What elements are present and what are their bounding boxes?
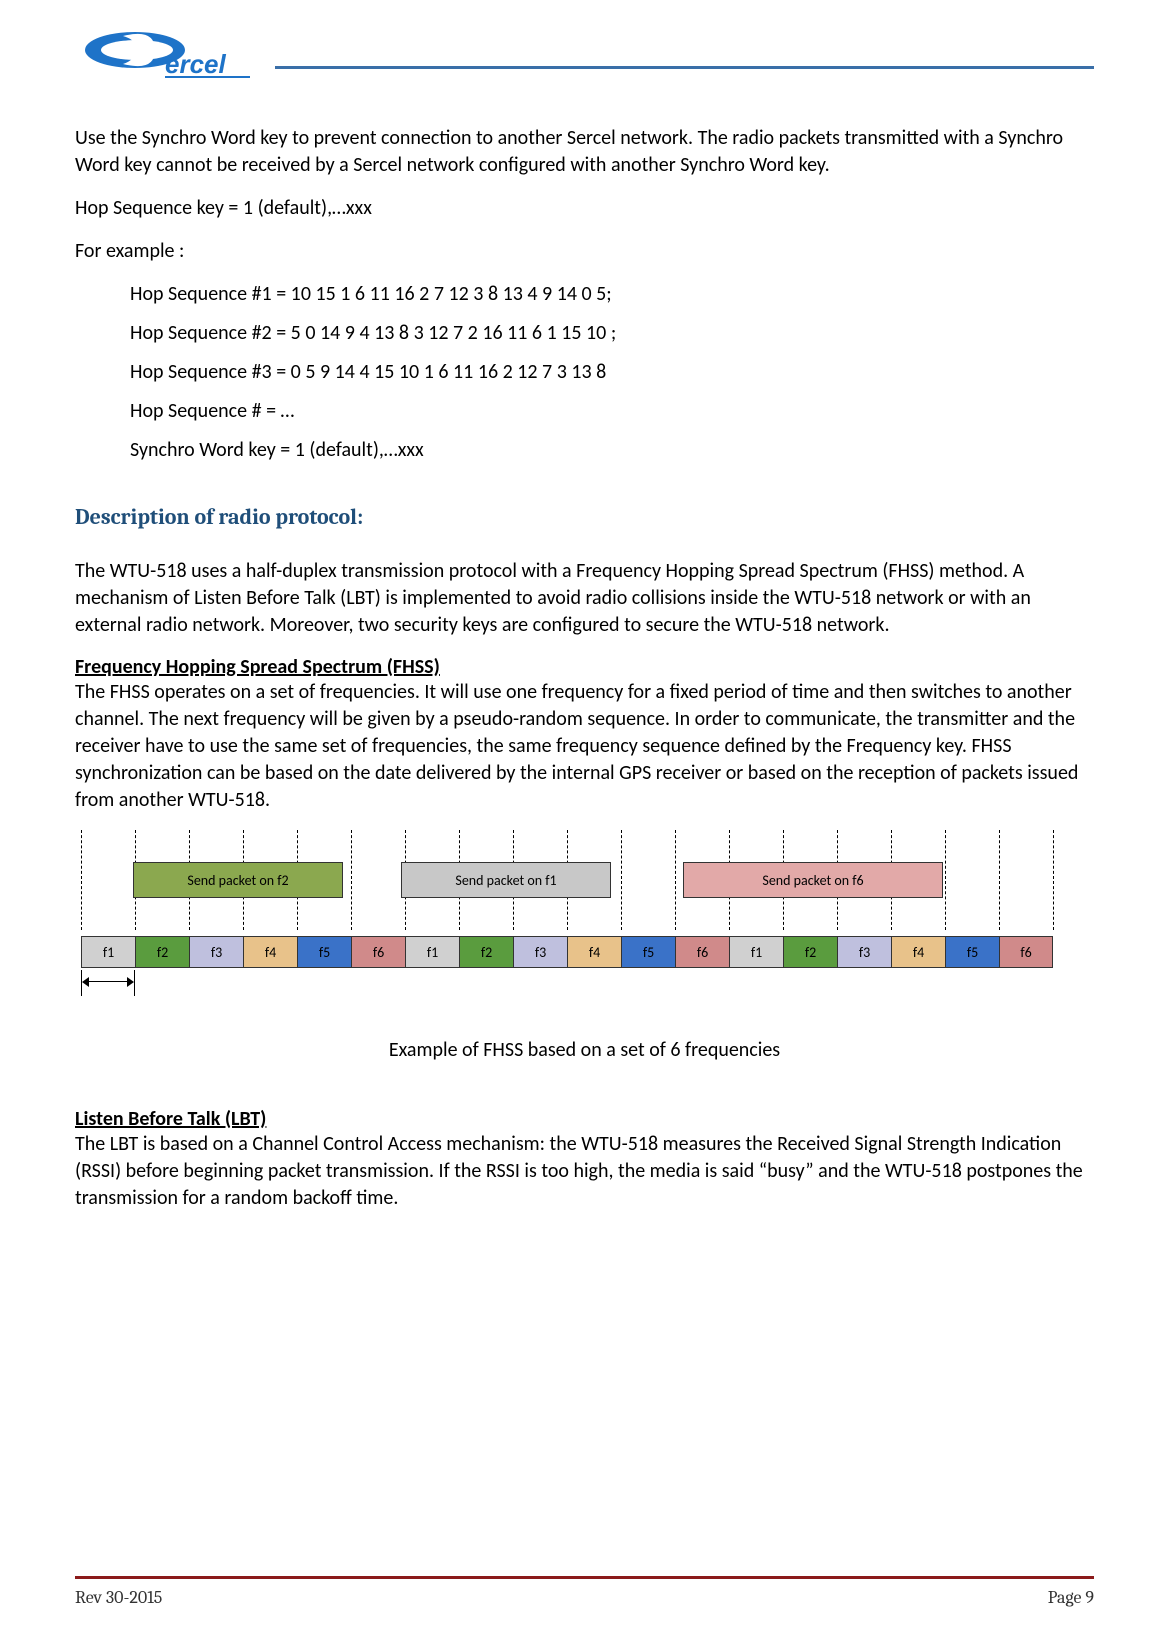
for-example-label: For example : [75,238,1094,265]
svg-text:ercel: ercel [165,49,226,79]
timeslot-arrow [81,976,135,996]
freq-cell: f4 [567,936,621,968]
packet-box-f2: Send packet on f2 [133,862,343,898]
freq-cell: f1 [729,936,783,968]
footer-rule [75,1576,1094,1579]
freq-cell: f5 [297,936,351,968]
packet-box-f6: Send packet on f6 [683,862,943,898]
list-item: Hop Sequence #3 = 0 5 9 14 4 15 10 1 6 1… [130,359,1094,386]
list-item: Hop Sequence # = … [130,398,1094,425]
list-item: Synchro Word key = 1 (default),…xxx [130,437,1094,464]
list-item: Hop Sequence #1 = 10 15 1 6 11 16 2 7 12… [130,281,1094,308]
footer-page-number: Page 9 [1048,1587,1094,1608]
sercel-logo: ercel [75,30,255,95]
freq-cell: f2 [459,936,513,968]
freq-cell: f3 [837,936,891,968]
freq-cell: f4 [891,936,945,968]
subsection-lbt-heading: Listen Before Talk (LBT) [75,1107,1094,1131]
diagram-caption: Example of FHSS based on a set of 6 freq… [75,1038,1094,1062]
example-list: Hop Sequence #1 = 10 15 1 6 11 16 2 7 12… [130,281,1094,464]
list-item: Hop Sequence #2 = 5 0 14 9 4 13 8 3 12 7… [130,320,1094,347]
frequency-row: f1f2f3f4f5f6f1f2f3f4f5f6f1f2f3f4f5f6 [81,936,1053,968]
subsection-fhss-heading: Frequency Hopping Spread Spectrum (FHSS) [75,655,1094,679]
page-header: ercel [75,30,1094,95]
freq-cell: f6 [999,936,1053,968]
freq-cell: f2 [135,936,189,968]
freq-cell: f3 [189,936,243,968]
paragraph-lbt: The LBT is based on a Channel Control Ac… [75,1131,1094,1212]
freq-cell: f5 [945,936,999,968]
freq-cell: f3 [513,936,567,968]
paragraph-intro: Use the Synchro Word key to prevent conn… [75,125,1094,179]
header-rule [275,66,1094,69]
footer-revision: Rev 30-2015 [75,1587,162,1608]
freq-cell: f5 [621,936,675,968]
hop-key-line: Hop Sequence key = 1 (default),…xxx [75,195,1094,222]
freq-cell: f6 [675,936,729,968]
fhss-diagram: Send packet on f2 Send packet on f1 Send… [75,830,1055,1010]
packet-box-f1: Send packet on f1 [401,862,611,898]
freq-cell: f1 [405,936,459,968]
freq-cell: f4 [243,936,297,968]
paragraph-protocol: The WTU-518 uses a half-duplex transmiss… [75,558,1094,639]
section-heading-radio-protocol: Description of radio protocol: [75,504,1094,530]
freq-cell: f1 [81,936,135,968]
paragraph-fhss: The FHSS operates on a set of frequencie… [75,679,1094,814]
page-footer: Rev 30-2015 Page 9 [75,1576,1094,1608]
freq-cell: f6 [351,936,405,968]
freq-cell: f2 [783,936,837,968]
